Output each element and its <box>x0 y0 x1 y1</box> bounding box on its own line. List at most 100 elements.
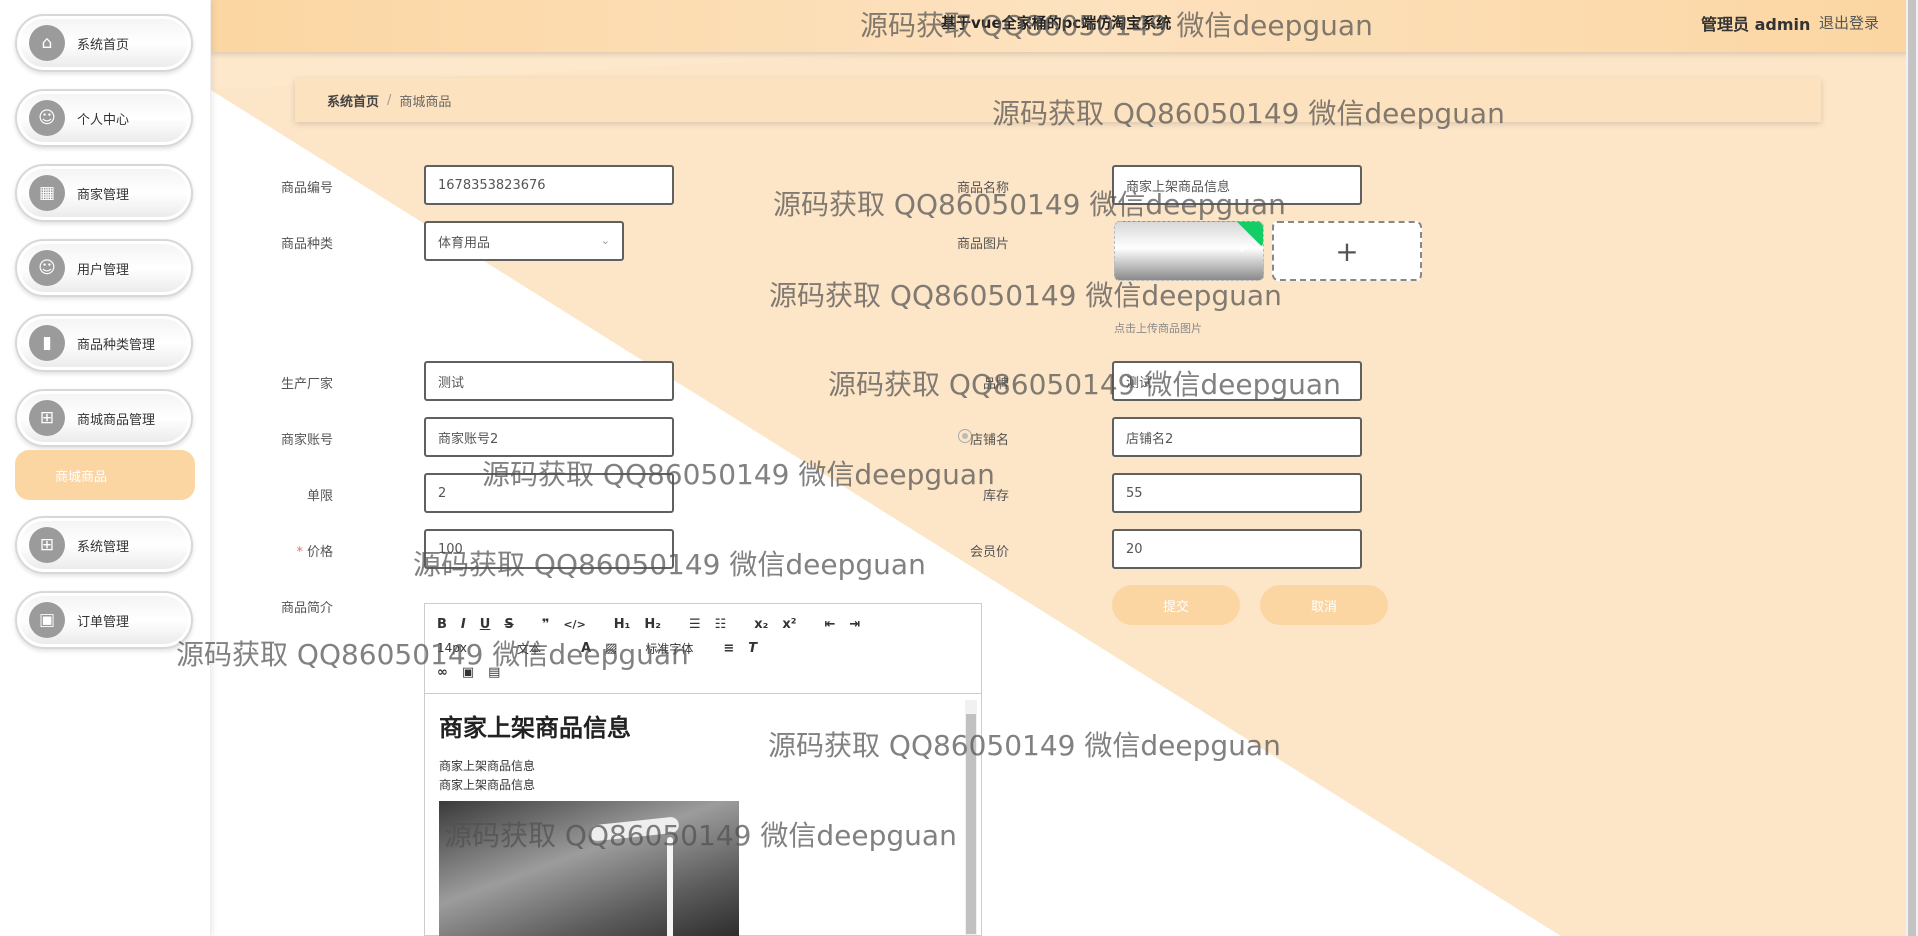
indent-icon[interactable]: ⇥ <box>849 617 860 632</box>
superscript-icon[interactable]: x² <box>782 617 796 632</box>
page-scrollbar-thumb[interactable] <box>1908 0 1916 936</box>
check-icon: ✓ <box>1238 242 1249 256</box>
heading-select[interactable]: 文本 <box>517 640 541 657</box>
apps-icon: ⊞ <box>29 400 65 436</box>
submit-button[interactable]: 提交 <box>1112 585 1240 625</box>
italic-icon[interactable]: I <box>461 617 466 632</box>
manufacturer-label: 生产厂家 <box>280 377 333 392</box>
editor-toolbar-row-1: B I U S ❞ </> H₁ H₂ ☰ ☷ x₂ x² ⇤ ⇥ <box>437 612 969 636</box>
content-heading: 商家上架商品信息 <box>439 714 631 742</box>
sidebar-item-users[interactable]: ☺ 用户管理 <box>15 239 193 297</box>
editor-toolbar-row-2: 14px 文本 A ▨ 标准字体 ≡ T <box>437 636 969 660</box>
product-image-thumbnail[interactable]: ✓ <box>1114 221 1264 281</box>
sidebar: ⌂ 系统首页 ☺ 个人中心 ▦ 商家管理 ☺ 用户管理 ▮ 商品种类管理 ⊞ 商… <box>0 0 211 936</box>
content-image <box>439 801 739 936</box>
logout-link[interactable]: 退出登录 <box>1819 12 1879 33</box>
blockquote-icon[interactable]: ❞ <box>542 617 550 632</box>
editor-content[interactable]: 商家上架商品信息 商家上架商品信息 商家上架商品信息 <box>425 694 981 936</box>
image-icon[interactable]: ▣ <box>462 665 474 680</box>
content-line: 商家上架商品信息 <box>439 759 536 773</box>
upload-add-button[interactable]: + <box>1272 221 1422 281</box>
sidebar-item-label: 系统首页 <box>77 37 130 53</box>
category-value: 体育用品 <box>438 235 491 251</box>
limit-input[interactable]: 2 <box>424 473 674 513</box>
sidebar-item-profile[interactable]: ☺ 个人中心 <box>15 89 193 147</box>
stock-label: 库存 <box>982 489 1009 504</box>
book-icon: ▮ <box>29 325 65 361</box>
editor-toolbar: B I U S ❞ </> H₁ H₂ ☰ ☷ x₂ x² ⇤ ⇥ 14px 文… <box>425 604 981 694</box>
sidebar-item-label: 商城商品管理 <box>77 412 156 428</box>
code-icon[interactable]: </> <box>563 618 585 631</box>
ordered-list-icon[interactable]: ☰ <box>689 617 701 632</box>
sidebar-subitem-mall-products[interactable]: 商城商品 <box>15 450 195 500</box>
video-icon[interactable]: ▤ <box>488 665 500 680</box>
bullet-list-icon[interactable]: ☷ <box>715 617 727 632</box>
cancel-button[interactable]: 取消 <box>1260 585 1388 625</box>
subscript-icon[interactable]: x₂ <box>754 617 768 632</box>
category-label: 商品种类 <box>280 237 333 252</box>
sidebar-item-label: 系统管理 <box>77 539 130 555</box>
merchant-account-input[interactable]: 商家账号2 <box>424 417 674 457</box>
sidebar-item-orders[interactable]: ▣ 订单管理 <box>15 591 193 649</box>
brand-input[interactable]: 测试 <box>1112 361 1362 401</box>
stock-input[interactable]: 55 <box>1112 473 1362 513</box>
align-icon[interactable]: ≡ <box>723 641 734 656</box>
user-icon: ☺ <box>29 250 65 286</box>
editor-scrollbar[interactable] <box>965 700 977 935</box>
sidebar-item-categories[interactable]: ▮ 商品种类管理 <box>15 314 193 372</box>
chevron-down-icon: ⌄ <box>600 234 610 247</box>
h2-icon[interactable]: H₂ <box>644 617 661 632</box>
outdent-icon[interactable]: ⇤ <box>824 617 835 632</box>
category-select[interactable]: 体育用品 ⌄ <box>424 221 624 261</box>
main-area: 基于vue全家桶的pc端仿淘宝系统 管理员 admin 退出登录 系统首页 / … <box>211 0 1918 936</box>
product-name-input[interactable]: 商家上架商品信息 <box>1112 165 1362 205</box>
lamp-shape <box>588 816 680 842</box>
font-family-select[interactable]: 标准字体 <box>645 640 693 657</box>
topbar: 基于vue全家桶的pc端仿淘宝系统 管理员 admin 退出登录 <box>211 0 1918 52</box>
clear-format-icon[interactable]: T <box>748 641 757 656</box>
product-no-input[interactable]: 1678353823676 <box>424 165 674 205</box>
h1-icon[interactable]: H₁ <box>614 617 631 632</box>
manufacturer-input[interactable]: 测试 <box>424 361 674 401</box>
sidebar-item-system[interactable]: ⊞ 系统管理 <box>15 516 193 574</box>
intro-label: 商品简介 <box>280 601 333 616</box>
price-label: * 价格 <box>213 541 333 560</box>
shop-name-label: 店铺名 <box>969 433 1009 448</box>
price-input[interactable]: 100 <box>424 529 674 569</box>
product-name-label: 商品名称 <box>956 181 1009 196</box>
shop-name-input[interactable]: 店铺名2 <box>1112 417 1362 457</box>
sidebar-item-label: 个人中心 <box>77 112 130 128</box>
sidebar-item-home[interactable]: ⌂ 系统首页 <box>15 14 193 72</box>
page-scrollbar[interactable] <box>1906 0 1918 936</box>
breadcrumb: 系统首页 / 商城商品 <box>295 78 1821 122</box>
font-color-icon[interactable]: A <box>581 641 591 656</box>
grid-icon: ▦ <box>29 175 65 211</box>
sidebar-item-label: 商品种类管理 <box>77 337 156 353</box>
brand-label: 品牌 <box>982 377 1009 392</box>
product-no-label: 商品编号 <box>280 181 333 196</box>
rich-text-editor[interactable]: B I U S ❞ </> H₁ H₂ ☰ ☷ x₂ x² ⇤ ⇥ 14px 文… <box>424 603 982 936</box>
content-line: 商家上架商品信息 <box>439 778 536 792</box>
strike-icon[interactable]: S <box>504 617 513 632</box>
briefcase-icon: ▣ <box>29 602 65 638</box>
upload-tip: 点击上传商品图片 <box>1114 322 1202 335</box>
editor-scrollbar-thumb[interactable] <box>966 714 976 934</box>
editor-toolbar-row-3: ∞ ▣ ▤ <box>437 660 969 684</box>
link-icon[interactable]: ∞ <box>437 665 448 680</box>
sidebar-item-products[interactable]: ⊞ 商城商品管理 <box>15 389 193 447</box>
user-label: 管理员 admin <box>1701 15 1811 34</box>
underline-icon[interactable]: U <box>480 617 491 632</box>
breadcrumb-current: 商城商品 <box>399 94 452 110</box>
lamp-pole-shape <box>667 837 673 936</box>
member-price-input[interactable]: 20 <box>1112 529 1362 569</box>
required-mark: * <box>296 545 303 560</box>
apps-icon: ⊞ <box>29 527 65 563</box>
image-label: 商品图片 <box>956 237 1009 252</box>
background-color-icon[interactable]: ▨ <box>605 641 617 656</box>
size-select[interactable]: 14px <box>437 641 467 655</box>
member-price-label: 会员价 <box>969 545 1009 560</box>
home-icon: ⌂ <box>29 25 65 61</box>
breadcrumb-home[interactable]: 系统首页 <box>327 91 379 110</box>
sidebar-item-merchants[interactable]: ▦ 商家管理 <box>15 164 193 222</box>
bold-icon[interactable]: B <box>437 617 447 632</box>
